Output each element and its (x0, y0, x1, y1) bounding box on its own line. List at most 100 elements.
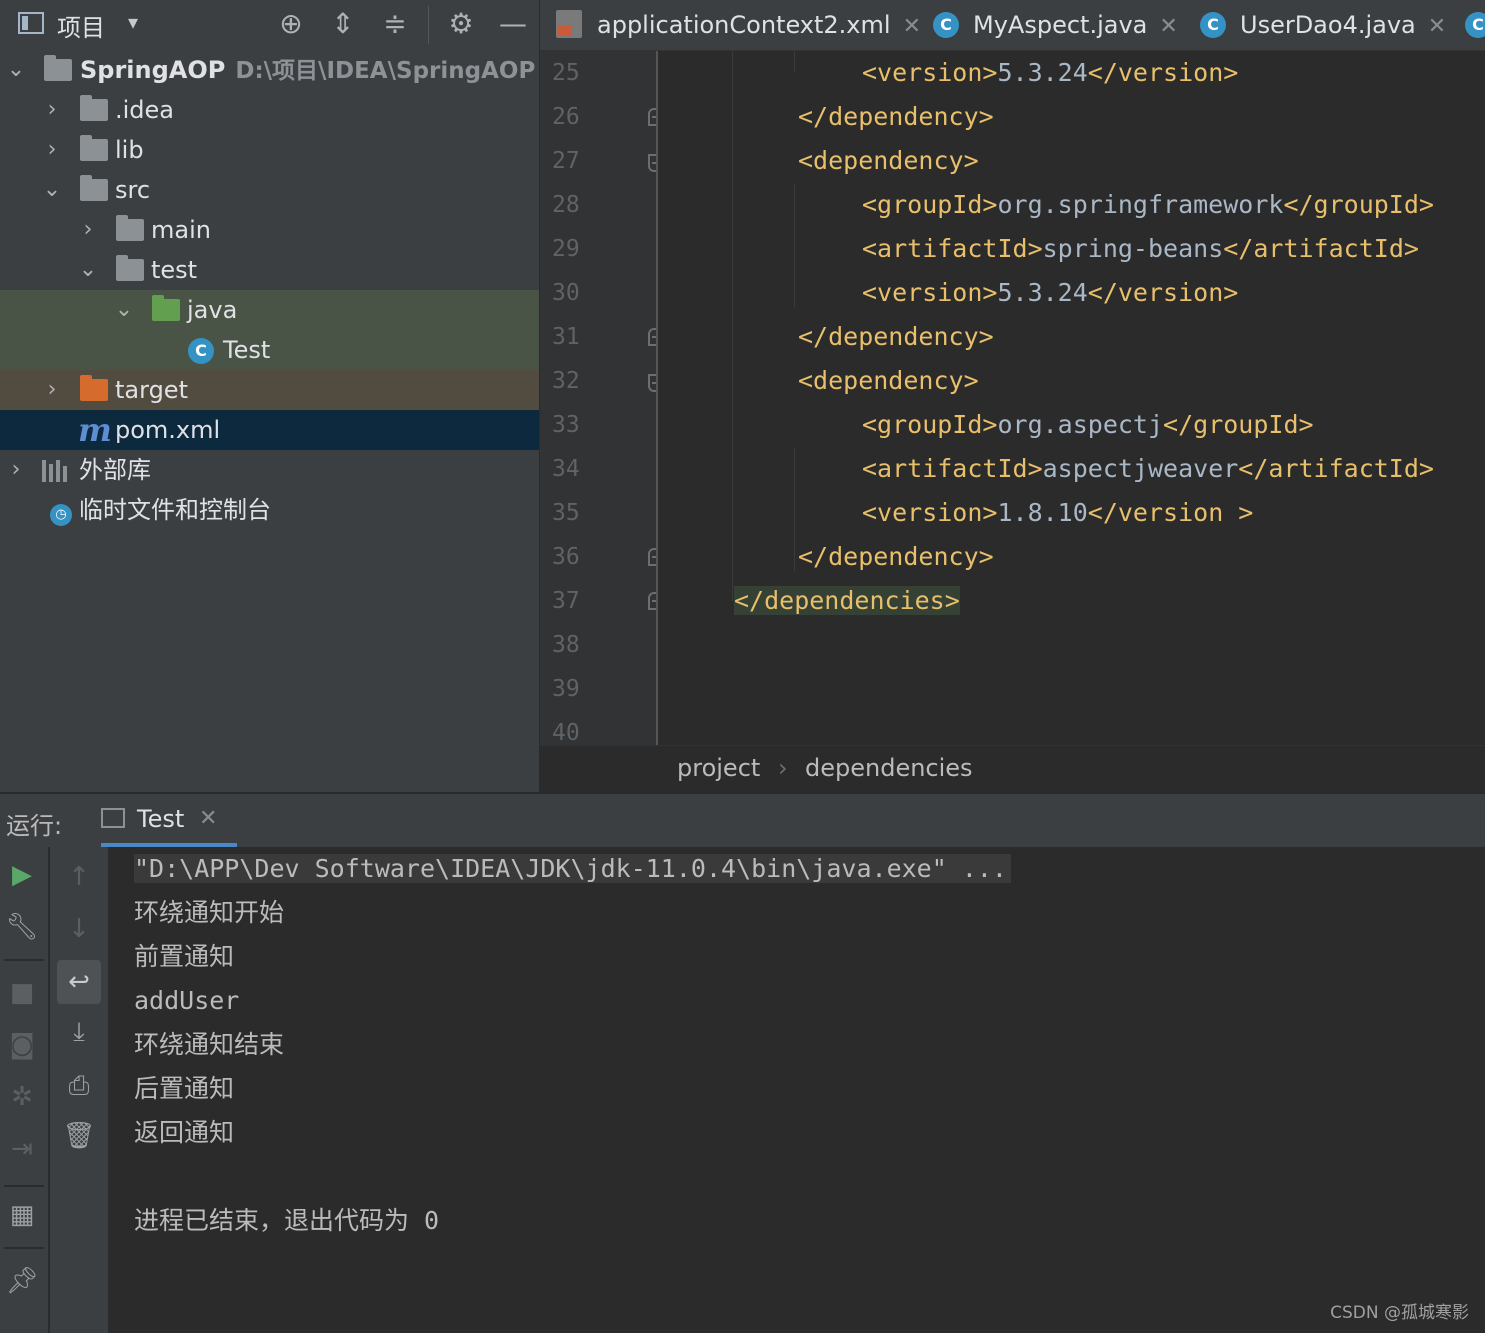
tree-item-pom-xml[interactable]: m pom.xml (0, 410, 539, 450)
tree-item-test-class[interactable]: C Test (0, 330, 539, 370)
close-icon[interactable]: ✕ (1428, 14, 1446, 39)
console-window-icon (101, 808, 125, 828)
chevron-down-icon[interactable]: ▾ (128, 10, 138, 34)
chevron-down-icon[interactable]: ⌄ (40, 170, 64, 210)
tree-item-test-folder[interactable]: ⌄ test (0, 250, 539, 290)
tree-item-idea[interactable]: › .idea (0, 90, 539, 130)
console-line: 环绕通知开始 (134, 898, 285, 927)
console-output[interactable]: "D:\APP\Dev Software\IDEA\JDK\jdk-11.0.4… (108, 847, 1485, 1333)
scroll-to-end-icon[interactable]: ⤓ (59, 1012, 99, 1052)
chevron-right-icon[interactable]: › (40, 90, 64, 130)
layout-icon[interactable]: ▦ (2, 1195, 42, 1235)
project-panel-title[interactable]: 项目 (57, 8, 105, 43)
watermark: CSDN @孤城寒影 (1330, 1303, 1469, 1323)
tab-userdao4-java[interactable]: C UserDao4.java ✕ (1200, 0, 1455, 50)
tree-item-label: 临时文件和控制台 (79, 496, 271, 524)
debug-icon[interactable]: ✲ (2, 1077, 42, 1117)
line-number: 37 (552, 588, 580, 614)
breadcrumb-item-project[interactable]: project (677, 754, 760, 782)
tab-applicationcontext2-xml[interactable]: applicationContext2.xml ✕ (540, 0, 921, 50)
locate-icon[interactable]: ⊕ (273, 6, 309, 42)
tree-item-springaop[interactable]: ⌄ SpringAOP D:\项目\IDEA\SpringAOP (0, 50, 539, 90)
tree-item-scratches[interactable]: ◷ 临时文件和控制台 (0, 490, 539, 530)
breadcrumb: project › dependencies (540, 745, 1485, 793)
xml-text: 1.8.10 (997, 498, 1088, 527)
tab-overflow[interactable]: C (1465, 0, 1485, 50)
chevron-right-icon[interactable]: › (40, 370, 64, 410)
indent-guide (794, 183, 795, 307)
run-panel-header: 运行: Test ✕ (0, 793, 1485, 847)
line-number: 38 (552, 632, 580, 658)
stop-icon[interactable]: ■ (2, 973, 42, 1013)
minimize-icon[interactable]: — (495, 6, 531, 42)
chevron-right-icon[interactable]: › (76, 210, 100, 250)
tree-item-label: pom.xml (115, 416, 221, 444)
line-number: 28 (552, 192, 580, 218)
tab-label: UserDao4.java (1240, 11, 1416, 39)
chevron-down-icon[interactable]: ⌄ (76, 250, 100, 290)
chevron-right-icon[interactable]: › (4, 450, 28, 490)
code-line: </dependencies> (734, 579, 960, 623)
close-icon[interactable]: ✕ (1159, 14, 1177, 39)
folder-icon (116, 255, 144, 281)
arrow-down-icon[interactable]: ↓ (59, 909, 99, 949)
chevron-right-icon: › (778, 754, 788, 782)
soft-wrap-icon[interactable]: ↩ (59, 962, 99, 1002)
xml-text: org.aspectj (997, 410, 1164, 439)
rerun-icon[interactable]: ▶ (2, 855, 42, 895)
tree-item-external-libraries[interactable]: › 外部库 (0, 450, 539, 490)
collapse-all-icon[interactable]: ≑ (377, 6, 413, 42)
console-line: 返回通知 (134, 1118, 235, 1147)
xml-text: aspectjweaver (1042, 454, 1239, 483)
xml-tag: </dependency> (798, 542, 994, 571)
print-icon[interactable]: ⎙ (59, 1066, 99, 1106)
toolbar-divider (4, 1247, 44, 1249)
xml-tag: <artifactId> (862, 234, 1043, 263)
wrench-icon[interactable]: 🔧︎ (2, 907, 42, 947)
console-line: 前置通知 (134, 942, 235, 971)
xml-text: 5.3.24 (997, 278, 1088, 307)
line-number: 39 (552, 676, 580, 702)
line-number: 36 (552, 544, 580, 570)
code-line: <groupId>org.springframework</groupId> (862, 183, 1434, 227)
pin-icon[interactable]: 📌︎ (2, 1261, 42, 1301)
tree-item-main[interactable]: › main (0, 210, 539, 250)
chevron-down-icon[interactable]: ⌄ (4, 50, 28, 90)
camera-icon[interactable]: ◙ (2, 1025, 42, 1065)
close-icon[interactable]: ✕ (903, 14, 921, 39)
tab-label: applicationContext2.xml (597, 11, 891, 39)
code-editor[interactable]: <version>5.3.24</version> </dependency> <d… (658, 51, 1485, 745)
expand-all-icon[interactable]: ⇕ (325, 6, 361, 42)
line-number: 35 (552, 500, 580, 526)
tree-item-label: 外部库 (79, 456, 151, 484)
xml-tag: </version> (1087, 58, 1239, 87)
tree-item-lib[interactable]: › lib (0, 130, 539, 170)
project-toolbar: 项目 ▾ ⊕ ⇕ ≑ ⚙ — (0, 0, 539, 50)
tree-item-target[interactable]: › target (0, 370, 539, 410)
gear-icon[interactable]: ⚙ (443, 6, 479, 42)
trash-icon[interactable]: 🗑︎ (59, 1116, 99, 1156)
indent-guide (794, 447, 795, 571)
xml-text: org.springframework (997, 190, 1284, 219)
tab-myaspect-java[interactable]: C MyAspect.java ✕ (933, 0, 1193, 50)
toolbar-divider (4, 959, 44, 961)
line-number: 34 (552, 456, 580, 482)
close-icon[interactable]: ✕ (199, 806, 217, 831)
chevron-down-icon[interactable]: ⌄ (112, 290, 136, 330)
editor-gutter: 25 26 27 28 29 30 31 32 33 34 35 36 37 38 39 40 (540, 51, 658, 745)
login-icon[interactable]: ⇥ (2, 1129, 42, 1169)
xml-tag: <groupId> (862, 410, 998, 439)
tab-label: MyAspect.java (973, 11, 1148, 39)
run-tab-test[interactable]: Test ✕ (101, 794, 237, 847)
tree-item-src[interactable]: ⌄ src (0, 170, 539, 210)
arrow-up-icon[interactable]: ↑ (59, 857, 99, 897)
chevron-right-icon[interactable]: › (40, 130, 64, 170)
class-icon: C (1200, 12, 1226, 38)
xml-tag: </dependencies> (734, 586, 960, 615)
line-number: 25 (552, 60, 580, 86)
breadcrumb-item-dependencies[interactable]: dependencies (805, 754, 973, 782)
editor-tab-bar: applicationContext2.xml ✕ C MyAspect.java… (540, 0, 1485, 51)
tree-item-java[interactable]: ⌄ java (0, 290, 539, 330)
code-line: </dependency> (798, 315, 994, 359)
xml-text: 5.3.24 (997, 58, 1088, 87)
